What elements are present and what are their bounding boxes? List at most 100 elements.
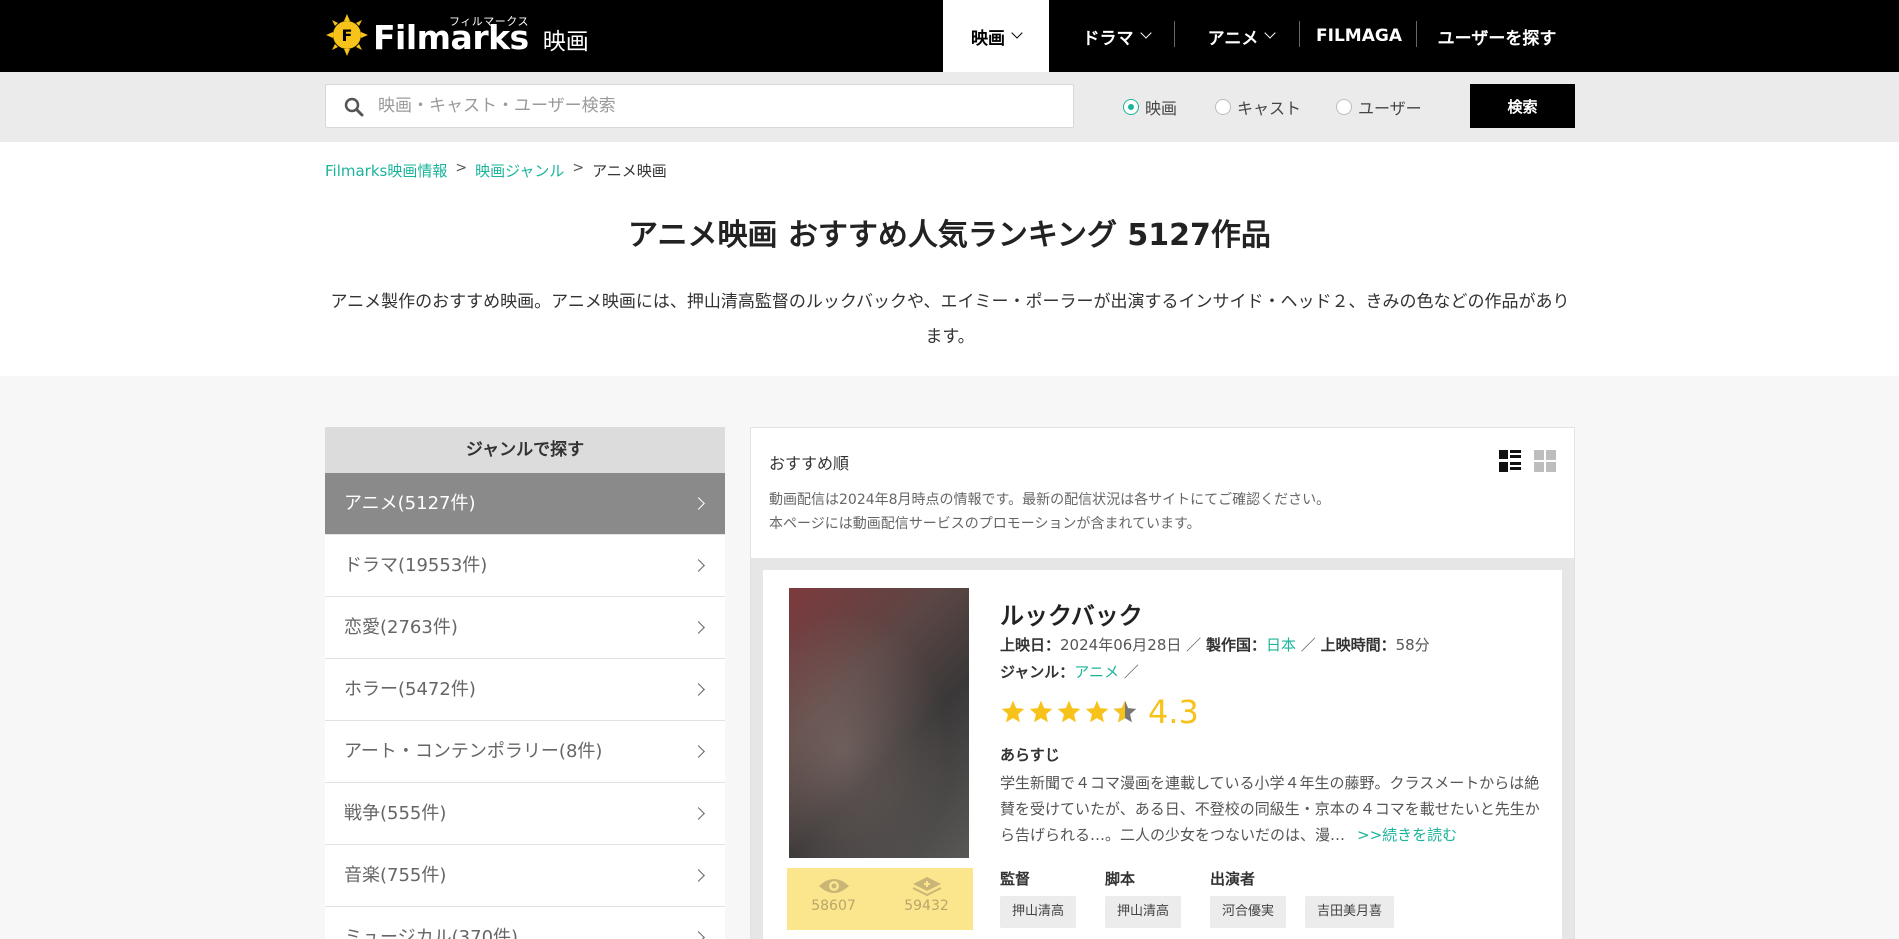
sidebar-item-anime[interactable]: アニメ(5127件): [325, 473, 725, 535]
sidebar-item-musical[interactable]: ミュージカル(370件): [325, 907, 725, 939]
search-input[interactable]: [378, 85, 1058, 127]
genre-label: ジャンル：: [1000, 663, 1075, 681]
search-button[interactable]: 検索: [1470, 84, 1575, 128]
nav-label: 映画: [971, 28, 1005, 49]
director-heading: 監督: [1000, 870, 1031, 888]
breadcrumb-link-genre[interactable]: 映画ジャンル: [475, 160, 564, 181]
chevron-right-icon: [692, 621, 705, 634]
search-box[interactable]: [325, 84, 1074, 128]
writer-heading: 脚本: [1105, 870, 1136, 888]
radio-label: ユーザー: [1358, 99, 1422, 118]
movie-meta: 上映日：2024年06月28日 ／ 製作国：日本 ／ 上映時間：58分: [1000, 634, 1430, 655]
sidebar-item-label: 音楽(755件): [344, 865, 447, 886]
notice-line: 本ページには動画配信サービスのプロモーションが含まれています。: [769, 516, 1201, 532]
nav-divider: [1416, 21, 1417, 47]
sidebar-heading: ジャンルで探す: [325, 427, 725, 473]
breadcrumb-separator: >: [572, 159, 585, 176]
sidebar-item-label: ホラー(5472件): [344, 679, 476, 700]
breadcrumb-current: アニメ映画: [592, 162, 667, 180]
sidebar-item-label: ミュージカル(370件): [344, 927, 519, 939]
synopsis-text: 学生新聞で４コマ漫画を連載している小学４年生の藤野。クラスメートからは絶賛を受け…: [1000, 774, 1540, 844]
rating-score: 4.3: [1148, 693, 1199, 731]
radio-label: キャスト: [1237, 99, 1302, 118]
meta-separator: ／: [1300, 636, 1316, 654]
eye-icon: [818, 879, 849, 893]
nav-filmaga[interactable]: FILMAGA: [1306, 0, 1412, 72]
clips-count: 59432: [904, 898, 949, 914]
genre-sidebar: ジャンルで探す アニメ(5127件) ドラマ(19553件) 恋愛(2763件)…: [325, 427, 725, 939]
sidebar-item-war[interactable]: 戦争(555件): [325, 783, 725, 845]
sidebar-item-drama[interactable]: ドラマ(19553件): [325, 535, 725, 597]
nav-label: FILMAGA: [1316, 26, 1402, 46]
sidebar-item-label: 恋愛(2763件): [344, 617, 458, 638]
sidebar-item-horror[interactable]: ホラー(5472件): [325, 659, 725, 721]
chevron-down-icon: [1011, 27, 1023, 39]
half-star-icon: [1113, 700, 1137, 723]
radio-unselected-icon: [1215, 99, 1231, 115]
radio-label: 映画: [1145, 99, 1178, 118]
sidebar-item-art[interactable]: アート・コンテンポラリー(8件): [325, 721, 725, 783]
sidebar-item-romance[interactable]: 恋愛(2763件): [325, 597, 725, 659]
director-tag[interactable]: 押山清高: [1000, 896, 1077, 928]
nav-movies[interactable]: 映画: [943, 0, 1049, 72]
nav-find-users[interactable]: ユーザーを探す: [1424, 0, 1570, 72]
read-more-link[interactable]: >>続きを読む: [1357, 826, 1457, 844]
breadcrumb-link-home[interactable]: Filmarks映画情報: [325, 160, 447, 181]
star-icon: [1029, 700, 1053, 723]
movie-title[interactable]: ルックバック: [1000, 596, 1143, 631]
page-title: アニメ映画 おすすめ人気ランキング 5127作品: [628, 218, 1271, 253]
country-label: 製作国：: [1205, 636, 1266, 654]
sidebar-item-label: 戦争(555件): [344, 803, 447, 824]
movie-genre: ジャンル：アニメ ／: [1000, 661, 1139, 682]
nav-drama[interactable]: ドラマ: [1060, 0, 1172, 72]
sidebar-item-label: アート・コンテンポラリー(8件): [344, 741, 603, 762]
views-count: 58607: [811, 898, 856, 914]
chevron-down-icon: [1264, 27, 1276, 39]
nav-divider: [1174, 21, 1175, 47]
cast-heading: 出演者: [1210, 870, 1256, 888]
country-link[interactable]: 日本: [1266, 636, 1296, 654]
grid-view-icon[interactable]: [1534, 450, 1556, 472]
list-view-icon[interactable]: [1499, 450, 1521, 472]
movie-poster[interactable]: [789, 588, 969, 858]
nav-divider: [1299, 21, 1300, 47]
synopsis: 学生新聞で４コマ漫画を連載している小学４年生の藤野。クラスメートからは絶賛を受け…: [1000, 770, 1545, 848]
card-list: 58607 59432 ルックバック 上映日：2024年06月28日 ／ 製作国…: [751, 558, 1574, 939]
cast-tag[interactable]: 河合優実: [1210, 896, 1287, 928]
genre-link[interactable]: アニメ: [1074, 663, 1119, 681]
meta-separator: ／: [1123, 663, 1139, 681]
chevron-right-icon: [692, 745, 705, 758]
svg-text:F: F: [342, 26, 353, 45]
movie-stats: 58607 59432: [787, 868, 973, 930]
filmarks-logo[interactable]: F Filmarks フィルマークス 映画: [325, 10, 589, 60]
chevron-right-icon: [692, 497, 705, 510]
sort-order-label[interactable]: おすすめ順: [769, 450, 849, 474]
radio-selected-icon: [1123, 99, 1139, 115]
nav-anime[interactable]: アニメ: [1186, 0, 1296, 72]
radio-cast[interactable]: キャスト: [1215, 95, 1301, 119]
radio-movie[interactable]: 映画: [1123, 95, 1177, 119]
chevron-down-icon: [1139, 27, 1152, 39]
sun-logo-icon: F: [326, 14, 368, 56]
nav-label: アニメ: [1207, 28, 1259, 49]
clip-icon: [912, 877, 941, 896]
cast-tag[interactable]: 吉田美月喜: [1305, 896, 1395, 928]
views-stat[interactable]: 58607: [787, 868, 880, 930]
top-header: F Filmarks フィルマークス 映画 映画 ドラマ アニメ FILMAGA…: [0, 0, 1899, 72]
nav-label: ドラマ: [1082, 28, 1134, 49]
runtime-label: 上映時間：: [1320, 636, 1396, 654]
release-label: 上映日：: [1000, 636, 1061, 654]
logo-suffix: 映画: [542, 29, 589, 55]
star-icon: [1001, 700, 1025, 723]
breadcrumb: Filmarks映画情報 > 映画ジャンル > アニメ映画: [325, 160, 667, 181]
rating-stars: 4.3: [1000, 696, 1199, 728]
radio-user[interactable]: ユーザー: [1336, 95, 1422, 119]
sidebar-item-music[interactable]: 音楽(755件): [325, 845, 725, 907]
runtime: 58分: [1395, 636, 1430, 654]
logo-kana: フィルマークス: [449, 15, 529, 28]
meta-separator: ／: [1186, 636, 1202, 654]
distribution-notice: 動画配信は2024年8月時点の情報です。最新の配信状況は各サイトにてご確認くださ…: [769, 488, 1330, 536]
clips-stat[interactable]: 59432: [880, 868, 973, 930]
star-icon: [1085, 700, 1109, 723]
writer-tag[interactable]: 押山清高: [1105, 896, 1182, 928]
